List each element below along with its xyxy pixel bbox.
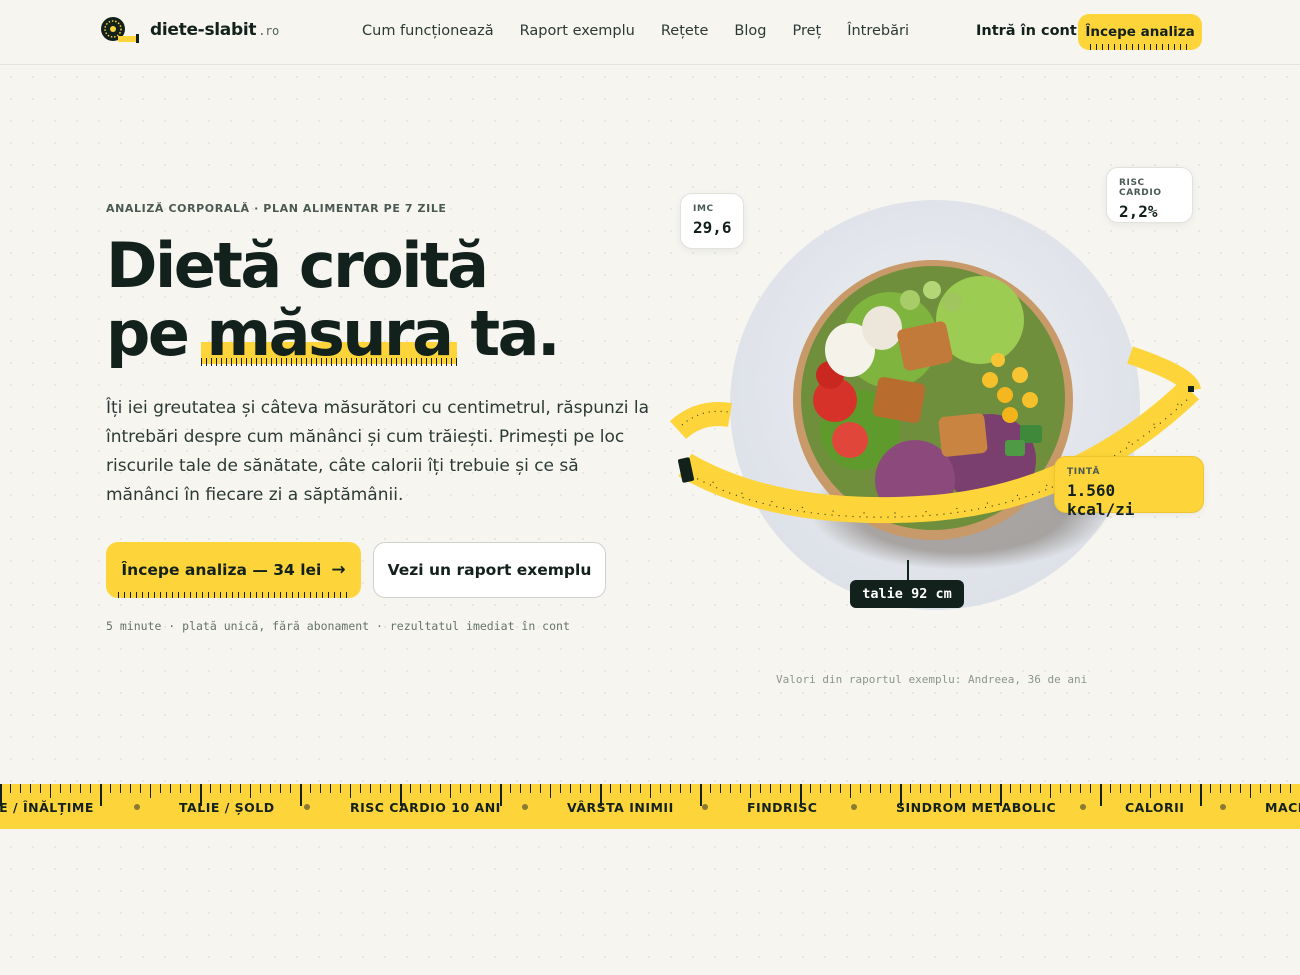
hero-title-highlight: măsura	[200, 297, 458, 370]
hero-eyebrow: ANALIZĂ CORPORALĂ · PLAN ALIMENTAR PE 7 …	[106, 202, 447, 215]
ruler-ticks-decoration	[118, 592, 349, 598]
hero-lead: Îți iei greutatea și câteva măsurători c…	[106, 398, 650, 505]
start-analysis-button[interactable]: Începe analiza — 34 lei →	[106, 542, 361, 598]
nav-link-how-it-works[interactable]: Cum funcționează	[362, 23, 494, 39]
cardio-risk-chip: RISC CARDIO 2,2%	[1106, 167, 1193, 223]
calorie-target-value: 1.560 kcal/zi	[1067, 481, 1135, 519]
hero-visual: IMC 29,6 RISC CARDIO 2,2% ȚINTĂ 1.560 kc…	[660, 150, 1220, 670]
waist-tag-pointer	[907, 560, 909, 580]
start-analysis-nav-label: Începe analiza	[1085, 24, 1195, 40]
waist-tag: talie 92 cm	[850, 580, 964, 608]
cardio-risk-value: 2,2%	[1119, 202, 1158, 221]
ruler-item: VÂRSTA INIMII	[567, 800, 674, 815]
nav-link-blog[interactable]: Blog	[734, 23, 766, 39]
bmi-value: 29,6	[693, 218, 732, 237]
nav-link-faq[interactable]: Întrebări	[847, 23, 909, 39]
start-analysis-nav-button[interactable]: Începe analiza	[1078, 14, 1202, 50]
brand-name: diete-slabit .ro	[150, 20, 279, 40]
ruler-dot	[1080, 804, 1086, 810]
hero-title-post: ta.	[451, 297, 561, 370]
ruler-item: SINDROM METABOLIC	[896, 800, 1057, 815]
hero-fineprint: 5 minute · plată unică, fără abonament ·…	[106, 619, 570, 633]
sample-caption: Valori din raportul exemplu: Andreea, 36…	[776, 673, 1088, 686]
metrics-ruler-strip: IE / ÎNĂLȚIME TALIE / ȘOLD RISC CARDIO 1…	[0, 784, 1300, 829]
hero-title-line1: Dietă croită	[106, 229, 489, 302]
logo[interactable]: diete-slabit .ro	[100, 16, 279, 44]
sample-report-button[interactable]: Vezi un raport exemplu	[373, 542, 606, 598]
hero-title-highlight-text: măsura	[206, 297, 454, 370]
arrow-right-icon: →	[331, 560, 346, 580]
start-analysis-label: Începe analiza — 34 lei	[121, 561, 322, 579]
nav-link-recipes[interactable]: Rețete	[661, 23, 709, 39]
cardio-risk-label: RISC CARDIO	[1119, 178, 1162, 198]
ruler-item: FINDRISC	[747, 800, 818, 815]
bmi-label: IMC	[693, 204, 714, 214]
brand-tld: .ro	[258, 24, 279, 38]
nav-link-sample-report[interactable]: Raport exemplu	[520, 23, 635, 39]
tape-measure-logo-icon	[100, 16, 140, 44]
ruler-dot	[304, 804, 310, 810]
nav-links: Cum funcționează Raport exemplu Rețete B…	[362, 23, 935, 39]
hero-title: Dietă croită pe măsura ta.	[106, 229, 561, 370]
nav-link-price[interactable]: Preț	[792, 23, 821, 39]
ruler-item: MACR	[1265, 800, 1300, 815]
ruler-ticks-decoration	[1090, 44, 1190, 50]
ruler-item: TALIE / ȘOLD	[179, 800, 275, 815]
ruler-item: RISC CARDIO 10 ANI	[350, 800, 501, 815]
ruler-item: IE / ÎNĂLȚIME	[0, 800, 94, 815]
ruler-dot	[702, 804, 708, 810]
ruler-dot	[1220, 804, 1226, 810]
hero-title-pre: pe	[106, 297, 207, 370]
calorie-target-chip: ȚINTĂ 1.560 kcal/zi	[1054, 456, 1204, 519]
top-nav: diete-slabit .ro Cum funcționează Raport …	[0, 0, 1300, 65]
ruler-dot	[522, 804, 528, 810]
login-link[interactable]: Intră în cont	[976, 23, 1077, 39]
calorie-target-label: ȚINTĂ	[1067, 467, 1101, 477]
ruler-item: CALORII	[1125, 800, 1185, 815]
bmi-chip: IMC 29,6	[680, 193, 744, 249]
ruler-dot	[851, 804, 857, 810]
ruler-dot	[134, 804, 140, 810]
